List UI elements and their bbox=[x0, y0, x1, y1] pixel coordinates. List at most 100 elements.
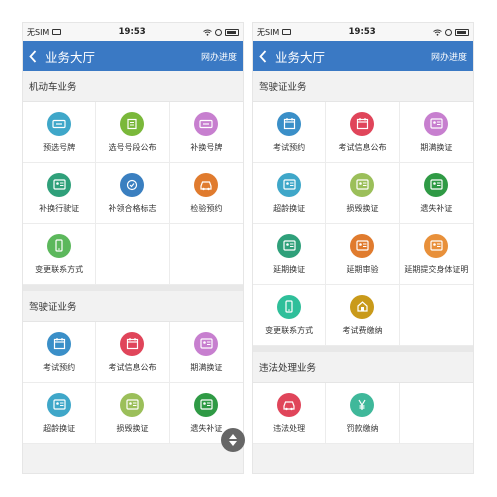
nav-bar: 业务大厅 网办进度 bbox=[253, 41, 473, 71]
status-left: 无SIM bbox=[27, 27, 62, 38]
service-label: 违法处理 bbox=[273, 423, 306, 433]
sim-icon bbox=[52, 29, 62, 35]
service-label: 超龄换证 bbox=[273, 203, 306, 213]
lost-card-icon bbox=[194, 392, 219, 417]
car-search-icon bbox=[194, 172, 219, 197]
health-cert-icon bbox=[424, 233, 449, 258]
service-list: 驾驶证业务考试预约 考试信息公布 期满换证超龄换证 损毁换证 遗失补证延期换证 延期审验 延… bbox=[253, 71, 473, 444]
service-grid: 考试预约 考试信息公布 期满换证超龄换证 损毁换证 遗失补证延期换证 延期审验 延期提交身体… bbox=[253, 101, 473, 346]
service-grid: 预选号牌 选号号段公布 补换号牌补换行驶证 补领合格标志 检验预约变更联系方式 bbox=[23, 101, 243, 285]
nav-bar: 业务大厅 网办进度 bbox=[23, 41, 243, 71]
progress-link[interactable]: 网办进度 bbox=[431, 50, 467, 63]
alarm-icon bbox=[445, 28, 452, 36]
scroll-toggle-button[interactable] bbox=[221, 428, 245, 452]
service-label: 延期审验 bbox=[346, 264, 379, 274]
empty-cell bbox=[399, 383, 473, 444]
list-icon bbox=[120, 111, 145, 136]
service-item[interactable]: 遗失补证 bbox=[399, 163, 473, 224]
violation-car-icon bbox=[277, 392, 302, 417]
service-label: 考试预约 bbox=[273, 142, 306, 152]
calendar-red-icon bbox=[120, 331, 145, 356]
phone-icon bbox=[277, 294, 302, 319]
arrow-up-icon bbox=[229, 434, 237, 439]
status-right bbox=[203, 28, 239, 36]
service-label: 期满换证 bbox=[190, 362, 223, 372]
service-item[interactable]: 超龄换证 bbox=[23, 383, 97, 444]
extend-review-icon bbox=[350, 233, 375, 258]
battery-icon bbox=[225, 28, 239, 36]
inspect-badge-icon bbox=[120, 172, 145, 197]
phone-icon bbox=[47, 233, 72, 258]
extend-card-icon bbox=[277, 233, 302, 258]
service-item[interactable]: 延期换证 bbox=[253, 224, 327, 285]
service-item[interactable]: 考试费缴纳 bbox=[326, 285, 400, 346]
service-item[interactable]: 超龄换证 bbox=[253, 163, 327, 224]
damaged-card-icon bbox=[120, 392, 145, 417]
service-label: 预选号牌 bbox=[43, 142, 76, 152]
phone-screen-right: 无SIM 19:53 业务大厅 网办进度 驾驶证业务 考试预约 考试信息公布 期满换证 超龄换证… bbox=[252, 22, 474, 474]
empty-cell bbox=[399, 285, 473, 346]
service-item[interactable]: 损毁换证 bbox=[96, 383, 170, 444]
service-item[interactable]: 补领合格标志 bbox=[96, 163, 170, 224]
service-item[interactable]: 检验预约 bbox=[169, 163, 243, 224]
status-bar: 无SIM 19:53 bbox=[23, 23, 243, 41]
service-item[interactable]: 延期审验 bbox=[326, 224, 400, 285]
service-item[interactable]: 预选号牌 bbox=[23, 102, 97, 163]
renew-icon bbox=[194, 331, 219, 356]
calendar-icon bbox=[47, 331, 72, 356]
service-label: 补换号牌 bbox=[190, 142, 223, 152]
service-item[interactable]: 考试信息公布 bbox=[96, 322, 170, 383]
status-time: 19:53 bbox=[348, 27, 376, 37]
service-label: 补换行驶证 bbox=[39, 203, 80, 213]
service-label: 选号号段公布 bbox=[108, 142, 157, 152]
wifi-icon bbox=[433, 29, 442, 36]
service-label: 超龄换证 bbox=[43, 423, 76, 433]
lost-card-icon bbox=[424, 172, 449, 197]
section-title: 驾驶证业务 bbox=[253, 71, 473, 101]
page-title: 业务大厅 bbox=[275, 49, 326, 65]
service-label: 变更联系方式 bbox=[35, 264, 84, 274]
carrier-label: 无SIM bbox=[27, 27, 50, 37]
service-label: 考试预约 bbox=[43, 362, 76, 372]
service-label: 考试费缴纳 bbox=[342, 325, 383, 335]
service-label: 延期换证 bbox=[273, 264, 306, 274]
age-card-icon bbox=[277, 172, 302, 197]
sim-icon bbox=[282, 29, 292, 35]
service-label: 损毁换证 bbox=[346, 203, 379, 213]
service-grid: 违法处理 罚款缴纳 bbox=[253, 382, 473, 444]
service-item[interactable]: 考试信息公布 bbox=[326, 102, 400, 163]
service-item[interactable]: 考试预约 bbox=[253, 102, 327, 163]
renew-icon bbox=[424, 111, 449, 136]
service-item[interactable]: 变更联系方式 bbox=[23, 224, 97, 285]
status-right bbox=[433, 28, 469, 36]
page-title: 业务大厅 bbox=[45, 49, 96, 65]
phone-screen-left: 无SIM 19:53 业务大厅 网办进度机动车业务预选号牌 选号号段公布 补换号牌补换行驶… bbox=[22, 22, 244, 474]
service-item[interactable]: 选号号段公布 bbox=[96, 102, 170, 163]
section-title: 机动车业务 bbox=[23, 71, 243, 101]
service-item[interactable]: 期满换证 bbox=[169, 322, 243, 383]
service-item[interactable]: 补换号牌 bbox=[169, 102, 243, 163]
service-label: 罚款缴纳 bbox=[346, 423, 379, 433]
service-item[interactable]: 罚款缴纳 bbox=[326, 383, 400, 444]
section-title: 违法处理业务 bbox=[253, 352, 473, 382]
service-item[interactable]: 损毁换证 bbox=[326, 163, 400, 224]
service-label: 检验预约 bbox=[190, 203, 223, 213]
back-arrow-icon[interactable] bbox=[29, 41, 41, 71]
service-item[interactable]: 考试预约 bbox=[23, 322, 97, 383]
back-arrow-icon[interactable] bbox=[259, 41, 271, 71]
service-item[interactable]: 补换行驶证 bbox=[23, 163, 97, 224]
service-item[interactable]: 延期提交身体证明 bbox=[399, 224, 473, 285]
battery-icon bbox=[455, 28, 469, 36]
yen-icon bbox=[350, 392, 375, 417]
service-item[interactable]: 变更联系方式 bbox=[253, 285, 327, 346]
service-item[interactable]: 期满换证 bbox=[399, 102, 473, 163]
age-card-icon bbox=[47, 392, 72, 417]
plate-icon bbox=[47, 111, 72, 136]
service-label: 期满换证 bbox=[420, 142, 453, 152]
section-title: 驾驶证业务 bbox=[23, 291, 243, 321]
service-list: 机动车业务预选号牌 选号号段公布 补换号牌补换行驶证 补领合格标志 检验预约变更联系方式… bbox=[23, 71, 243, 444]
status-time: 19:53 bbox=[118, 27, 146, 37]
service-item[interactable]: 违法处理 bbox=[253, 383, 327, 444]
alarm-icon bbox=[215, 28, 222, 36]
progress-link[interactable]: 网办进度 bbox=[201, 50, 237, 63]
